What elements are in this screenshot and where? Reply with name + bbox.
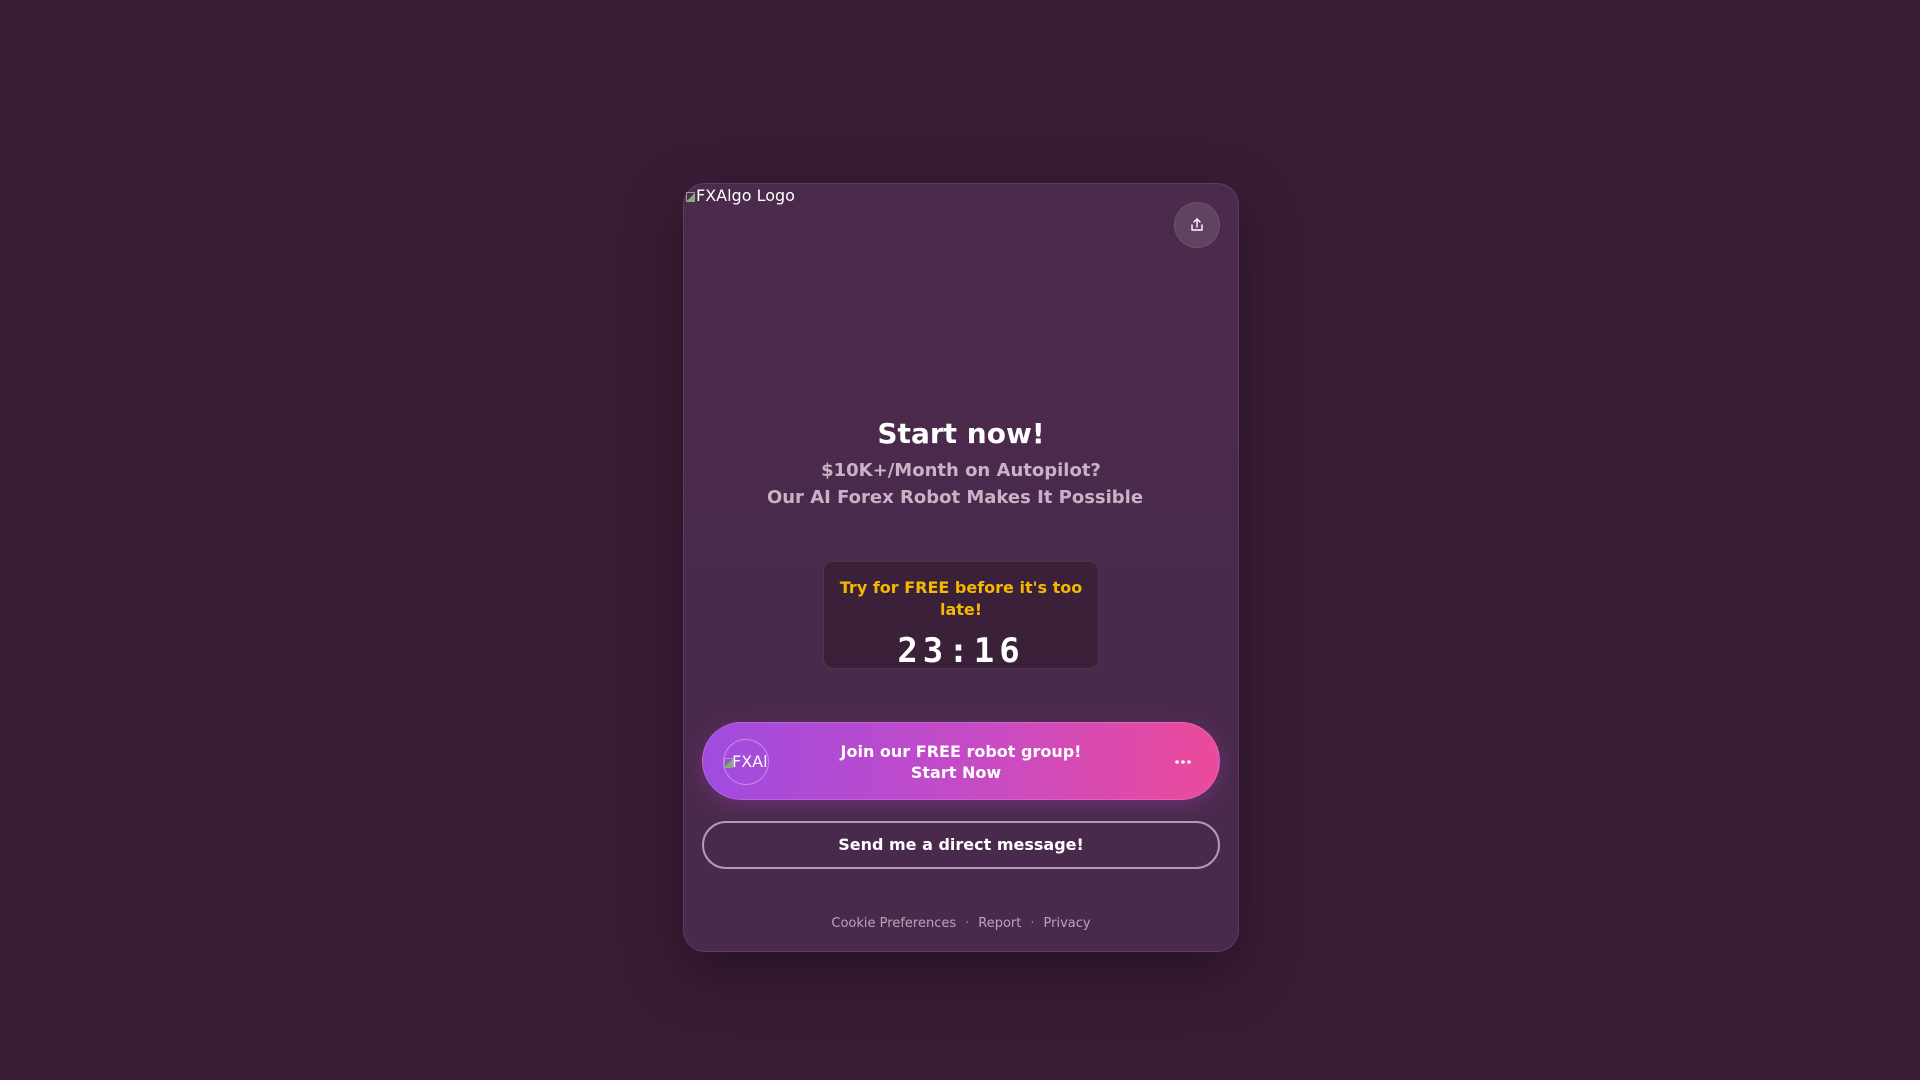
- page-subtitle: $10K+/Month on Autopilot? Our AI Forex R…: [684, 457, 1238, 511]
- share-button[interactable]: [1174, 202, 1220, 248]
- link-thumbnail-alt: FXAlgo: [732, 752, 768, 771]
- footer-links: Cookie Preferences · Report · Privacy: [684, 915, 1238, 933]
- page-title: Start now!: [877, 417, 1045, 450]
- logo-image: FXAlgo Logo: [686, 184, 795, 208]
- logo-alt-text: FXAlgo Logo: [696, 186, 795, 205]
- countdown-timer: 23:16: [897, 631, 1025, 671]
- direct-message-button[interactable]: Send me a direct message!: [702, 821, 1220, 869]
- subtitle-line-1: $10K+/Month on Autopilot?: [821, 460, 1101, 481]
- broken-image-icon: [686, 191, 695, 202]
- cookie-preferences-link[interactable]: Cookie Preferences: [831, 916, 956, 931]
- report-link[interactable]: Report: [978, 916, 1021, 931]
- countdown-label: Try for FREE before it's too late!: [839, 578, 1083, 619]
- privacy-link[interactable]: Privacy: [1044, 916, 1091, 931]
- footer-separator: ·: [965, 916, 970, 931]
- link-title-line-1: Join our FREE robot group!: [840, 742, 1082, 761]
- join-group-link-button[interactable]: FXAlgo Join our FREE robot group! Start …: [702, 722, 1220, 800]
- footer-separator: ·: [1030, 916, 1035, 931]
- countdown-box: Try for FREE before it's too late! 23:16: [823, 561, 1099, 671]
- more-horizontal-icon: [1175, 760, 1191, 764]
- broken-image-icon: [724, 757, 733, 768]
- link-thumbnail: FXAlgo: [723, 739, 769, 785]
- share-icon: [1191, 218, 1203, 231]
- link-title: Join our FREE robot group! Start Now: [783, 741, 1139, 783]
- link-options-button[interactable]: [1167, 746, 1199, 778]
- subtitle-line-2: Our AI Forex Robot Makes It Possible: [766, 487, 1144, 508]
- profile-card: FXAlgo Logo Start now! $10K+/Month on Au…: [683, 183, 1239, 952]
- link-title-line-2: Start Now: [910, 763, 1002, 782]
